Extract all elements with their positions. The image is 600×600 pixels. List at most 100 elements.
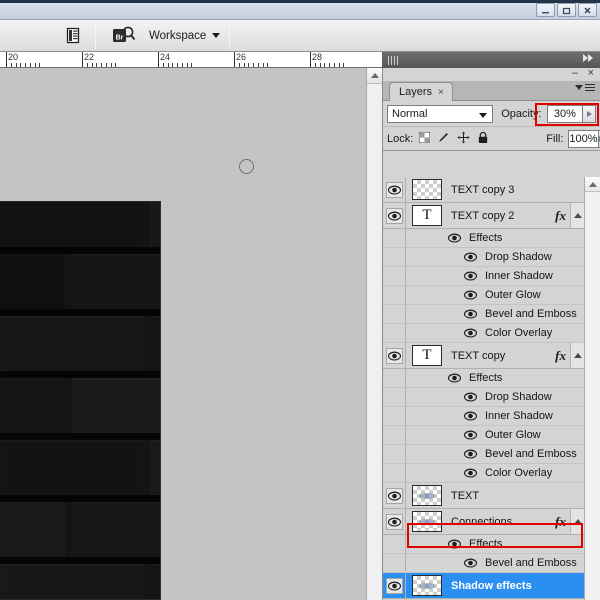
workspace-menu[interactable]: Workspace [149,30,221,42]
ruler-minor-tick [257,63,259,67]
layer-visibility-toggle[interactable] [383,343,406,368]
eye-icon[interactable] [385,577,403,594]
panel-menu-icon[interactable] [575,84,595,91]
layer-effects-group-row[interactable]: Effects [383,229,584,248]
restore-button[interactable] [557,3,576,17]
close-icon[interactable]: × [438,87,444,98]
layer-effects-group-row[interactable]: Effects [383,535,584,554]
layer-effects-badge[interactable]: fx [555,208,566,224]
tab-layers[interactable]: Layers × [389,82,453,101]
eye-icon[interactable] [385,487,403,504]
eye-icon[interactable] [462,328,478,338]
layer-effects-collapse-toggle[interactable] [570,203,584,228]
layer-visibility-toggle[interactable] [383,573,406,598]
layer-effect-row[interactable]: Bevel and Emboss [383,445,584,464]
close-button[interactable] [578,3,597,17]
layer-row[interactable]: TEXT [383,483,584,509]
lock-all-icon[interactable] [477,131,489,147]
eye-icon[interactable] [462,252,478,262]
eye-icon[interactable] [462,290,478,300]
layer-effect-row[interactable]: Outer Glow [383,286,584,305]
layer-effect-row[interactable]: Inner Shadow [383,267,584,286]
eye-icon[interactable] [446,373,462,383]
layer-name[interactable]: TEXT [451,490,584,502]
layers-list-container[interactable]: TEXT copy 3 T TEXT copy 2 fx Effects Drop Sha… [383,177,600,600]
eye-icon[interactable] [385,181,403,198]
canvas-workspace[interactable] [0,68,382,600]
eye-icon[interactable] [385,207,403,224]
layer-row[interactable]: T TEXT copy fx [383,343,584,369]
effects-row-spacer [383,426,406,444]
layer-effect-name: Inner Shadow [485,410,553,422]
eye-icon[interactable] [446,233,462,243]
lock-transparent-pixels-icon[interactable] [418,131,431,146]
layer-visibility-toggle[interactable] [383,509,406,534]
lock-position-icon[interactable] [457,131,470,147]
eye-icon[interactable] [385,513,403,530]
minimize-button[interactable] [536,3,555,17]
eye-icon[interactable] [462,309,478,319]
eye-icon[interactable] [462,430,478,440]
expand-panels-icon[interactable] [583,54,593,62]
layer-effect-row[interactable]: Outer Glow [383,426,584,445]
lock-image-pixels-icon[interactable] [437,131,450,147]
canvas-scroll-up-button[interactable] [367,68,382,84]
eye-icon[interactable] [462,449,478,459]
layers-vertical-scrollbar[interactable] [584,177,600,600]
eye-icon[interactable] [446,539,462,549]
layer-effects-group-row[interactable]: Effects [383,369,584,388]
layer-name[interactable]: Shadow effects [451,580,584,592]
layer-effect-row[interactable]: Drop Shadow [383,388,584,407]
eye-icon[interactable] [462,271,478,281]
layer-visibility-toggle[interactable] [383,203,406,228]
layer-name[interactable]: TEXT copy [451,350,555,362]
layer-effect-row[interactable]: Drop Shadow [383,248,584,267]
eye-icon[interactable] [462,558,478,568]
layers-scroll-up-button[interactable] [585,177,600,192]
effects-group-label: Effects [469,372,503,384]
toolbar-divider-1 [95,22,96,49]
layer-row[interactable]: Shadow effects [383,573,584,599]
document-canvas[interactable] [0,201,161,600]
toolbar-divider-2 [229,22,231,49]
layer-effect-row[interactable]: Bevel and Emboss [383,554,584,573]
document-panel-icon[interactable] [60,23,86,49]
layer-effects-collapse-toggle[interactable] [570,509,584,534]
ruler-major-tick [158,52,159,67]
dock-title-bar[interactable] [382,52,600,68]
layer-row[interactable]: T TEXT copy 2 fx [383,203,584,229]
panel-minimize-button[interactable]: – [572,68,578,79]
layers-list[interactable]: TEXT copy 3 T TEXT copy 2 fx Effects Drop Sha… [383,177,584,600]
layer-effect-row[interactable]: Bevel and Emboss [383,305,584,324]
layer-row[interactable]: TEXT copy 3 [383,177,584,203]
opacity-stepper[interactable] [582,104,596,123]
layer-visibility-toggle[interactable] [383,177,406,202]
horizontal-ruler[interactable]: 2022242628303234 [0,52,382,68]
layer-effects-badge[interactable]: fx [555,348,566,364]
eye-icon[interactable] [385,347,403,364]
panel-close-button[interactable]: × [588,68,594,79]
canvas-vertical-scrollbar[interactable] [366,68,382,600]
blend-mode-select[interactable]: Normal [387,104,494,123]
layer-effect-row[interactable]: Color Overlay [383,324,584,343]
layer-name[interactable]: Connections [451,516,555,528]
layer-effect-row[interactable]: Inner Shadow [383,407,584,426]
eye-icon[interactable] [462,411,478,421]
layer-effects-badge[interactable]: fx [555,514,566,530]
layer-effect-row[interactable]: Color Overlay [383,464,584,483]
layer-name[interactable]: TEXT copy 2 [451,210,555,222]
layer-name[interactable]: TEXT copy 3 [451,184,584,196]
fill-label: Fill: [546,132,564,145]
fill-input[interactable]: 100% [568,129,598,148]
layer-row[interactable]: Connections fx [383,509,584,535]
dock-grip-icon[interactable] [388,55,398,65]
effects-row-spacer [383,324,406,342]
layer-effects-collapse-toggle[interactable] [570,343,584,368]
opacity-input[interactable]: 30% [546,104,583,123]
ruler-minor-tick [238,63,240,67]
layer-visibility-toggle[interactable] [383,483,406,508]
adobe-bridge-icon[interactable]: Br [109,23,139,49]
eye-icon[interactable] [462,468,478,478]
eye-icon[interactable] [462,392,478,402]
